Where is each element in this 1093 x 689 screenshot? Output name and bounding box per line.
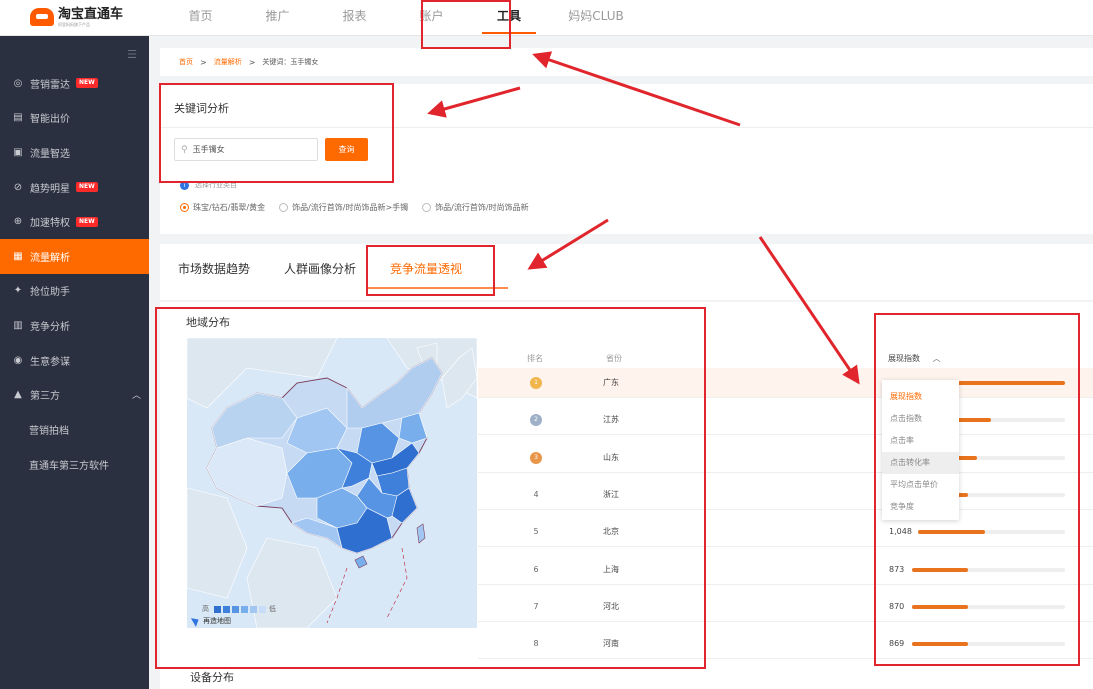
breadcrumb-current: 关键词：玉手镯女: [262, 58, 319, 66]
topnav-club[interactable]: 妈妈CLUB: [546, 0, 646, 36]
sidebar-item-label: 营销雷达: [30, 79, 70, 91]
new-badge: NEW: [76, 78, 98, 89]
category-radio-bracelet[interactable]: 饰品/流行首饰/时尚饰品新>手镯: [279, 202, 408, 213]
sidebar-item-competition[interactable]: ▥ 竞争分析: [0, 308, 149, 343]
business-icon: ◉: [13, 354, 23, 366]
top-bar: 淘宝直通车 阿里妈妈旗下产品 首页 推广 报表 账户 工具 妈妈CLUB: [0, 0, 1093, 36]
sidebar-item-label: 流量解析: [30, 252, 70, 264]
sidebar-menu: ◎ 营销雷达 NEW ▤ 智能出价 ▣ 流量智选 ⊘ 趋势明星 NEW ⊕ 加速…: [0, 66, 149, 482]
compete-icon: ▥: [13, 319, 23, 331]
breadcrumb-section[interactable]: 流量解析: [214, 57, 242, 67]
category-label: 珠宝/钻石/翡翠/黄金: [193, 203, 266, 212]
sidebar-item-label: 加速特权: [30, 218, 70, 230]
radio-unchecked-icon: [422, 203, 432, 212]
topnav-reports[interactable]: 报表: [316, 0, 393, 36]
sidebar: ☰ ◎ 营销雷达 NEW ▤ 智能出价 ▣ 流量智选 ⊘ 趋势明星 NEW ⊕ …: [0, 36, 149, 689]
annotation-box-keyword: [159, 83, 394, 183]
app-title: 淘宝直通车: [58, 6, 124, 22]
annotation-box-tab: [366, 245, 495, 296]
topnav-promote[interactable]: 推广: [239, 0, 316, 36]
rank-icon: ✦: [13, 285, 23, 297]
radar-icon: ◎: [13, 77, 23, 89]
trend-icon: ⊘: [13, 181, 23, 193]
sidebar-item-business-advisor[interactable]: ◉ 生意参谋: [0, 343, 149, 378]
sidebar-item-label: 抢位助手: [30, 287, 70, 299]
sidebar-item-smart-bid[interactable]: ▤ 智能出价: [0, 101, 149, 136]
logo-icon: [30, 8, 54, 26]
traffic-icon: ▣: [13, 146, 23, 158]
third-party-icon: ▲: [14, 389, 22, 401]
chevron-up-icon: ︿: [131, 391, 141, 402]
sidebar-item-label: 智能出价: [30, 114, 70, 126]
radio-checked-icon: [180, 203, 189, 212]
analysis-icon: ▦: [13, 250, 23, 262]
tab-market-trend[interactable]: 市场数据趋势: [178, 260, 250, 290]
app-subtitle: 阿里妈妈旗下产品: [58, 21, 90, 27]
logo[interactable]: 淘宝直通车 阿里妈妈旗下产品: [30, 5, 123, 29]
sidebar-item-trend-star[interactable]: ⊘ 趋势明星 NEW: [0, 170, 149, 205]
breadcrumb: 首页 > 流量解析 > 关键词：玉手镯女: [160, 48, 1093, 76]
category-label: 饰品/流行首饰/时尚饰品新>手镯: [292, 203, 409, 212]
annotation-box-region: [155, 307, 706, 669]
sidebar-item-rank-helper[interactable]: ✦ 抢位助手: [0, 274, 149, 309]
new-badge: NEW: [76, 216, 98, 227]
radio-unchecked-icon: [279, 203, 289, 212]
category-radio-jewelry[interactable]: 珠宝/钻石/翡翠/黄金: [180, 202, 265, 213]
bid-icon: ▤: [13, 112, 23, 124]
annotation-box-tools: [421, 0, 511, 49]
device-title: 设备分布: [190, 671, 234, 684]
sidebar-item-label: 第三方: [30, 391, 60, 403]
tab-audience-profile[interactable]: 人群画像分析: [284, 260, 356, 290]
new-badge: NEW: [76, 182, 98, 193]
sidebar-item-third-party[interactable]: ▲ 第三方 ︿: [0, 377, 149, 412]
analysis-tabs: 市场数据趋势 人群画像分析 竞争流量透视: [160, 244, 1093, 300]
breadcrumb-home[interactable]: 首页: [179, 57, 193, 67]
sidebar-item-traffic-select[interactable]: ▣ 流量智选: [0, 135, 149, 170]
top-nav: 首页 推广 报表 账户 工具 妈妈CLUB: [162, 0, 646, 36]
sidebar-subitem-marketing-partner[interactable]: 营销拍档: [0, 412, 149, 447]
sidebar-item-speed-privilege[interactable]: ⊕ 加速特权 NEW: [0, 204, 149, 239]
sidebar-item-label: 竞争分析: [30, 321, 70, 333]
sidebar-subitem-third-party-software[interactable]: 直通车第三方软件: [0, 447, 149, 482]
speed-icon: ⊕: [13, 216, 23, 228]
chevron-right-icon: >: [200, 57, 207, 67]
chevron-right-icon: >: [248, 57, 256, 67]
category-radio-accessories[interactable]: 饰品/流行首饰/时尚饰品新: [422, 202, 529, 213]
topnav-home[interactable]: 首页: [162, 0, 239, 36]
sidebar-item-label: 趋势明星: [30, 183, 70, 195]
sidebar-item-label: 流量智选: [30, 148, 70, 160]
sidebar-item-traffic-analysis[interactable]: ▦ 流量解析: [0, 238, 149, 274]
sidebar-item-marketing-radar[interactable]: ◎ 营销雷达 NEW: [0, 66, 149, 101]
annotation-box-metric: [874, 313, 1080, 666]
category-label: 饰品/流行首饰/时尚饰品新: [435, 203, 529, 212]
category-radio-group: 珠宝/钻石/翡翠/黄金 饰品/流行首饰/时尚饰品新>手镯 饰品/流行首饰/时尚饰…: [180, 202, 543, 213]
menu-collapse-icon[interactable]: ☰: [127, 48, 137, 61]
sidebar-item-label: 生意参谋: [30, 356, 70, 368]
